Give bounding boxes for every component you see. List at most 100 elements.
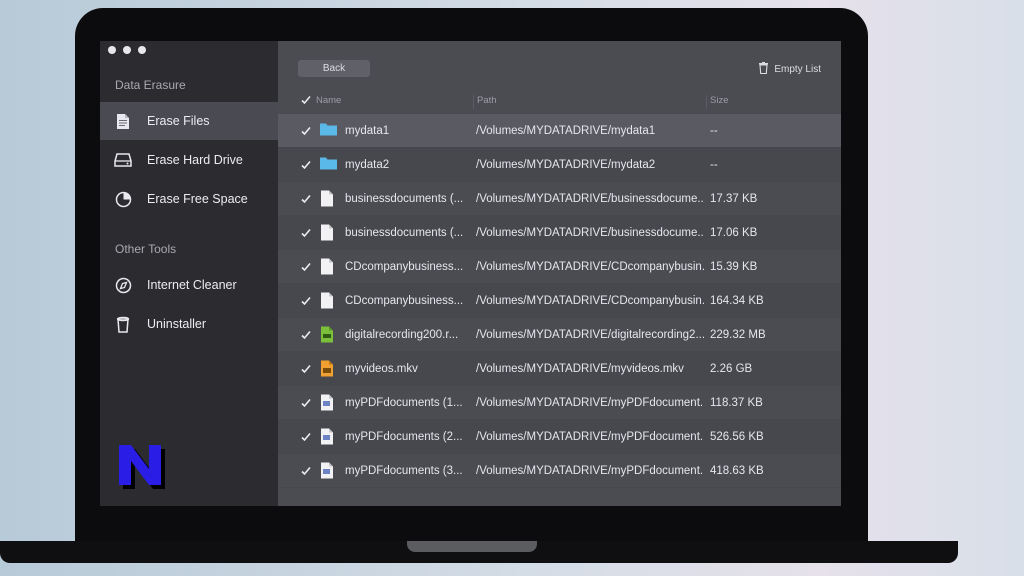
zoom-window-button[interactable] [138,46,146,54]
row-checkbox[interactable] [301,296,311,306]
column-divider [473,95,474,109]
sidebar-item-erase-files[interactable]: Erase Files [100,102,278,140]
row-checkbox[interactable] [301,194,311,204]
pie-chart-icon [114,190,132,208]
close-window-button[interactable] [108,46,116,54]
table-row[interactable]: mydata1/Volumes/MYDATADRIVE/mydata1 -- [278,114,841,148]
laptop-notch [407,541,537,552]
cell-path: /Volumes/MYDATADRIVE/businessdocume... [476,192,704,205]
row-checkbox[interactable] [301,330,311,340]
cell-size: 17.37 KB [710,192,758,205]
pdf-file-icon [320,428,336,446]
cell-size: -- [710,158,718,171]
brand-logo-n [119,445,165,489]
cell-name: mydata1 [345,124,390,137]
column-header-name[interactable]: Name [316,95,341,106]
table-row[interactable]: digitalrecording200.r... /Volumes/MYDATAD… [278,318,841,352]
cell-path: /Volumes/MYDATADRIVE/myPDFdocument... [476,464,704,477]
sidebar-item-erase-free-space[interactable]: Erase Free Space [100,180,278,218]
table-row[interactable]: businessdocuments (... /Volumes/MYDATADRI… [278,216,841,250]
table-row[interactable]: myPDFdocuments (2... /Volumes/MYDATADRIVE… [278,420,841,454]
sidebar: Data Erasure Erase Files Erase Hard Driv… [100,41,278,506]
sidebar-item-label: Uninstaller [147,317,207,331]
pdf-file-icon [320,394,336,412]
column-header-path[interactable]: Path [477,95,497,106]
main-panel: Back Empty List Name Path Size mydata1/V… [278,41,841,506]
cell-name: myPDFdocuments (3... [345,464,463,477]
folder-icon [320,122,337,140]
audio-file-icon [320,326,336,344]
section-title-data-erasure: Data Erasure [115,78,186,92]
back-button[interactable]: Back [298,60,370,77]
cell-path: /Volumes/MYDATADRIVE/digitalrecording2..… [476,328,704,341]
cell-path: /Volumes/MYDATADRIVE/myPDFdocument... [476,430,704,443]
select-all-checkbox[interactable] [301,95,311,108]
compass-icon [114,276,132,294]
sidebar-item-internet-cleaner[interactable]: Internet Cleaner [100,266,278,304]
cell-path: /Volumes/MYDATADRIVE/CDcompanybusin... [476,260,704,273]
cell-size: -- [710,124,718,137]
table-row[interactable]: CDcompanybusiness... /Volumes/MYDATADRIVE… [278,284,841,318]
sidebar-item-label: Erase Files [147,114,210,128]
cell-name: businessdocuments (... [345,226,464,239]
cell-name: CDcompanybusiness... [345,294,464,307]
document-icon [320,292,336,310]
app-window: Data Erasure Erase Files Erase Hard Driv… [100,41,841,506]
row-checkbox[interactable] [301,466,311,476]
row-checkbox[interactable] [301,432,311,442]
table-row[interactable]: mydata2/Volumes/MYDATADRIVE/mydata2 -- [278,148,841,182]
cell-name: CDcompanybusiness... [345,260,464,273]
table-row[interactable]: CDcompanybusiness... /Volumes/MYDATADRIVE… [278,250,841,284]
sidebar-item-uninstaller[interactable]: Uninstaller [100,305,278,343]
empty-list-button[interactable]: Empty List [758,62,821,77]
cell-name: mydata2 [345,158,390,171]
document-icon [320,190,336,208]
row-checkbox[interactable] [301,398,311,408]
cell-name: myPDFdocuments (1... [345,396,463,409]
cell-size: 229.32 MB [710,328,766,341]
table-row[interactable]: myPDFdocuments (3... /Volumes/MYDATADRIVE… [278,454,841,488]
cell-size: 118.37 KB [710,396,763,409]
cell-path: /Volumes/MYDATADRIVE/mydata1 [476,124,656,137]
cell-size: 526.56 KB [710,430,764,443]
empty-list-label: Empty List [774,64,821,75]
document-icon [320,224,336,242]
table-row[interactable]: businessdocuments (... /Volumes/MYDATADRI… [278,182,841,216]
cell-size: 164.34 KB [710,294,764,307]
cell-name: myPDFdocuments (2... [345,430,463,443]
column-divider [706,95,707,109]
trash-icon [758,62,769,77]
sidebar-item-label: Internet Cleaner [147,278,237,292]
table-row[interactable]: myPDFdocuments (1... /Volumes/MYDATADRIVE… [278,386,841,420]
row-checkbox[interactable] [301,364,311,374]
video-file-icon [320,360,336,378]
sidebar-item-label: Erase Hard Drive [147,153,243,167]
cell-name: digitalrecording200.r... [345,328,459,341]
row-checkbox[interactable] [301,262,311,272]
folder-icon [320,156,337,174]
cell-size: 2.26 GB [710,362,753,375]
table-row[interactable]: myvideos.mkv/Volumes/MYDATADRIVE/myvideo… [278,352,841,386]
cell-size: 15.39 KB [710,260,758,273]
cell-name: myvideos.mkv [345,362,418,375]
row-checkbox[interactable] [301,228,311,238]
sidebar-item-label: Erase Free Space [147,192,248,206]
cell-path: /Volumes/MYDATADRIVE/myPDFdocument... [476,396,704,409]
table-header: Name Path Size [278,95,841,109]
row-checkbox[interactable] [301,160,311,170]
section-title-other-tools: Other Tools [115,242,177,256]
cell-path: /Volumes/MYDATADRIVE/businessdocume... [476,226,704,239]
row-checkbox[interactable] [301,126,311,136]
column-header-size[interactable]: Size [710,95,728,106]
cell-path: /Volumes/MYDATADRIVE/CDcompanybusin... [476,294,704,307]
cell-size: 418.63 KB [710,464,764,477]
document-icon [320,258,336,276]
cell-path: /Volumes/MYDATADRIVE/myvideos.mkv [476,362,684,375]
sidebar-item-erase-hard-drive[interactable]: Erase Hard Drive [100,141,278,179]
cell-size: 17.06 KB [710,226,758,239]
cell-path: /Volumes/MYDATADRIVE/mydata2 [476,158,656,171]
file-list: mydata1/Volumes/MYDATADRIVE/mydata1 -- myd… [278,114,841,488]
minimize-window-button[interactable] [123,46,131,54]
document-icon [114,112,132,130]
hard-drive-icon [114,151,132,169]
